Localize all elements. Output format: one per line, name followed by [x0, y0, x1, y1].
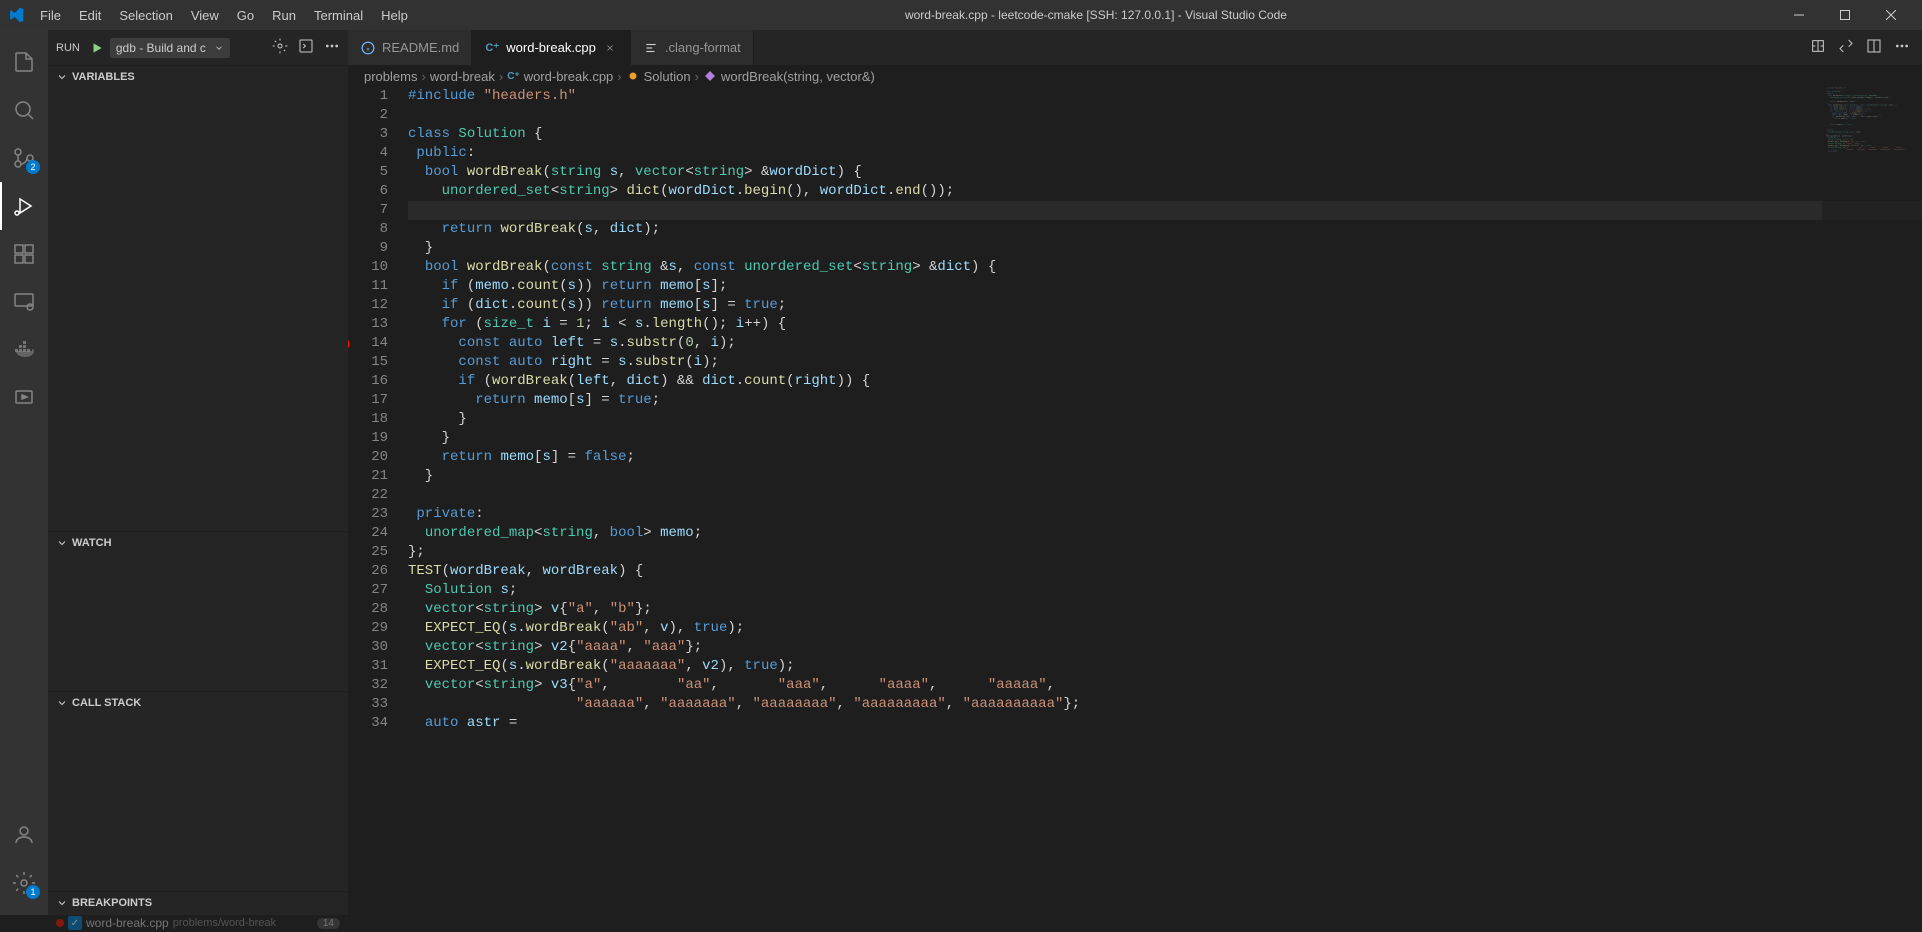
editor-area: README.mdC⁺word-break.cpp.clang-format p…	[348, 30, 1922, 915]
breakpoints-panel: BREAKPOINTS ✓ word-break.cpp problems/wo…	[48, 891, 348, 915]
window-controls	[1776, 0, 1914, 30]
breakpoint-item[interactable]: ✓ word-break.cpp problems/word-break 14	[48, 914, 348, 932]
tab-icon	[643, 40, 659, 56]
menu-run[interactable]: Run	[264, 4, 304, 27]
minimize-button[interactable]	[1776, 0, 1822, 30]
compare-icon[interactable]	[1810, 38, 1826, 57]
breakpoint-checkbox[interactable]: ✓	[68, 916, 82, 930]
extensions-tab[interactable]	[0, 230, 48, 278]
docker-tab[interactable]	[0, 326, 48, 374]
live-share-tab[interactable]	[0, 374, 48, 422]
close-icon[interactable]	[602, 40, 618, 56]
debug-config-dropdown[interactable]: gdb - Build and c	[110, 38, 230, 58]
run-label: RUN	[56, 42, 80, 54]
breadcrumbs[interactable]: problems›word-break›C⁺ word-break.cpp› S…	[348, 65, 1922, 87]
split-editor-icon[interactable]	[1866, 38, 1882, 57]
breakpoint-dot-icon	[56, 919, 64, 927]
breadcrumb-item[interactable]: word-break	[430, 69, 495, 84]
explorer-tab[interactable]	[0, 38, 48, 86]
menu-help[interactable]: Help	[373, 4, 416, 27]
menu-bar: FileEditSelectionViewGoRunTerminalHelp	[32, 4, 416, 27]
tab-icon	[360, 40, 376, 56]
tab--clang-format[interactable]: .clang-format	[631, 30, 754, 65]
menu-edit[interactable]: Edit	[71, 4, 109, 27]
variables-panel: VARIABLES	[48, 65, 348, 531]
remote-explorer-tab[interactable]	[0, 278, 48, 326]
search-tab[interactable]	[0, 86, 48, 134]
callstack-header[interactable]: CALL STACK	[48, 692, 348, 714]
breadcrumb-item[interactable]: problems	[364, 69, 417, 84]
breakpoint-marker[interactable]	[348, 339, 350, 349]
watch-panel: WATCH	[48, 531, 348, 691]
scm-tab[interactable]: 2	[0, 134, 48, 182]
maximize-button[interactable]	[1822, 0, 1868, 30]
callstack-panel: CALL STACK	[48, 691, 348, 891]
run-header: RUN gdb - Build and c	[48, 30, 348, 65]
code-editor[interactable]: 1234567891011121314151617181920212223242…	[348, 87, 1922, 915]
tab-word-break-cpp[interactable]: C⁺word-break.cpp	[472, 30, 631, 65]
menu-go[interactable]: Go	[229, 4, 262, 27]
tab-README-md[interactable]: README.md	[348, 30, 472, 65]
breadcrumb-item[interactable]: wordBreak(string, vector&)	[703, 69, 875, 84]
run-debug-tab[interactable]	[0, 182, 48, 230]
settings-badge: 1	[26, 885, 40, 899]
gear-icon[interactable]	[272, 38, 288, 57]
activity-bar: 2 1	[0, 30, 48, 915]
more-icon[interactable]	[324, 38, 340, 57]
tab-icon: C⁺	[484, 40, 500, 56]
tabs-bar: README.mdC⁺word-break.cpp.clang-format	[348, 30, 1922, 65]
sidebar: RUN gdb - Build and c	[48, 30, 348, 915]
more-actions-icon[interactable]	[1894, 38, 1910, 57]
minimap[interactable]: #include "headers.h" class Solution { pu…	[1822, 87, 1922, 915]
run-icon[interactable]	[1838, 38, 1854, 57]
start-debug-button[interactable]	[90, 41, 104, 55]
breadcrumb-item[interactable]: Solution	[626, 69, 691, 84]
settings-gear-button[interactable]: 1	[0, 859, 48, 907]
watch-header[interactable]: WATCH	[48, 532, 348, 554]
vscode-logo-icon	[8, 7, 24, 23]
close-button[interactable]	[1868, 0, 1914, 30]
title-bar: FileEditSelectionViewGoRunTerminalHelp w…	[0, 0, 1922, 30]
breakpoints-header[interactable]: BREAKPOINTS	[48, 892, 348, 914]
accounts-button[interactable]	[0, 811, 48, 859]
menu-view[interactable]: View	[183, 4, 227, 27]
breadcrumb-item[interactable]: C⁺ word-break.cpp	[507, 69, 613, 84]
debug-console-icon[interactable]	[298, 38, 314, 57]
variables-header[interactable]: VARIABLES	[48, 66, 348, 88]
menu-selection[interactable]: Selection	[111, 4, 180, 27]
menu-terminal[interactable]: Terminal	[306, 4, 371, 27]
menu-file[interactable]: File	[32, 4, 69, 27]
window-title: word-break.cpp - leetcode-cmake [SSH: 12…	[416, 8, 1776, 22]
scm-badge: 2	[26, 160, 40, 174]
